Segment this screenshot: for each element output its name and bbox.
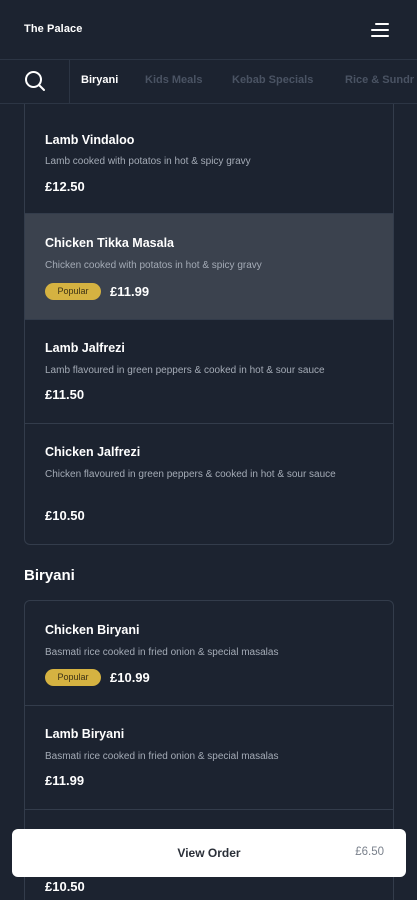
view-order-button[interactable]: View Order £6.50 — [12, 829, 406, 877]
menu-item[interactable]: Lamb Biryani Basmati rice cooked in frie… — [25, 706, 393, 810]
item-name: Lamb Biryani — [45, 727, 125, 741]
item-description: Chicken cooked with potatos in hot & spi… — [45, 260, 262, 271]
menu-line — [371, 29, 389, 31]
item-price: £10.50 — [45, 508, 85, 523]
item-price: £12.50 — [45, 179, 85, 194]
menu-item[interactable]: Chicken Biryani Basmati rice cooked in f… — [25, 601, 393, 706]
section-title: Biryani — [24, 567, 75, 584]
item-description: Basmati rice cooked in fried onion & spe… — [45, 647, 279, 658]
item-description: Lamb cooked with potatos in hot & spicy … — [45, 156, 251, 167]
item-name: Chicken Tikka Masala — [45, 236, 175, 250]
tab-biryani[interactable]: Biryani — [81, 74, 118, 86]
order-total: £6.50 — [355, 846, 384, 858]
item-name: Chicken Jalfrezi — [45, 445, 141, 459]
item-price: £11.99 — [45, 773, 85, 788]
menu-item[interactable]: Chicken Tikka Masala Chicken cooked with… — [25, 214, 393, 320]
menu-item[interactable]: Chicken Jalfrezi Chicken flavoured in gr… — [25, 424, 393, 544]
item-description: Chicken flavoured in green peppers & coo… — [45, 469, 336, 480]
item-description: Lamb flavoured in green peppers & cooked… — [45, 365, 325, 376]
item-name: Lamb Jalfrezi — [45, 341, 125, 355]
search-button[interactable] — [0, 60, 70, 103]
top-bar: The Palace — [0, 0, 417, 60]
menu-item[interactable]: Lamb Vindaloo Lamb cooked with potatos i… — [25, 104, 393, 214]
category-bar: Biryani Kids Meals Kebab Specials Rice &… — [0, 60, 417, 104]
item-price: £10.50 — [45, 879, 85, 894]
menu-line — [371, 35, 389, 37]
tab-rice-sundries[interactable]: Rice & Sundr — [345, 74, 414, 86]
view-order-label: View Order — [177, 846, 241, 860]
item-price: £10.99 — [110, 670, 150, 685]
popular-badge: Popular — [45, 669, 101, 686]
item-name: Chicken Biryani — [45, 623, 140, 637]
tab-kids-meals[interactable]: Kids Meals — [145, 74, 202, 86]
item-price: £11.99 — [110, 284, 150, 299]
hamburger-menu-icon[interactable] — [369, 22, 389, 38]
popular-badge: Popular — [45, 283, 101, 300]
restaurant-name: The Palace — [24, 23, 83, 35]
item-description: Basmati rice cooked in fried onion & spe… — [45, 751, 279, 762]
search-icon — [25, 71, 45, 91]
menu-list: Lamb Vindaloo Lamb cooked with potatos i… — [24, 104, 394, 545]
item-name: Lamb Vindaloo — [45, 133, 135, 147]
tab-kebab-specials[interactable]: Kebab Specials — [232, 74, 313, 86]
menu-line — [375, 23, 389, 25]
item-price: £11.50 — [45, 387, 85, 402]
menu-item[interactable]: Lamb Jalfrezi Lamb flavoured in green pe… — [25, 320, 393, 424]
